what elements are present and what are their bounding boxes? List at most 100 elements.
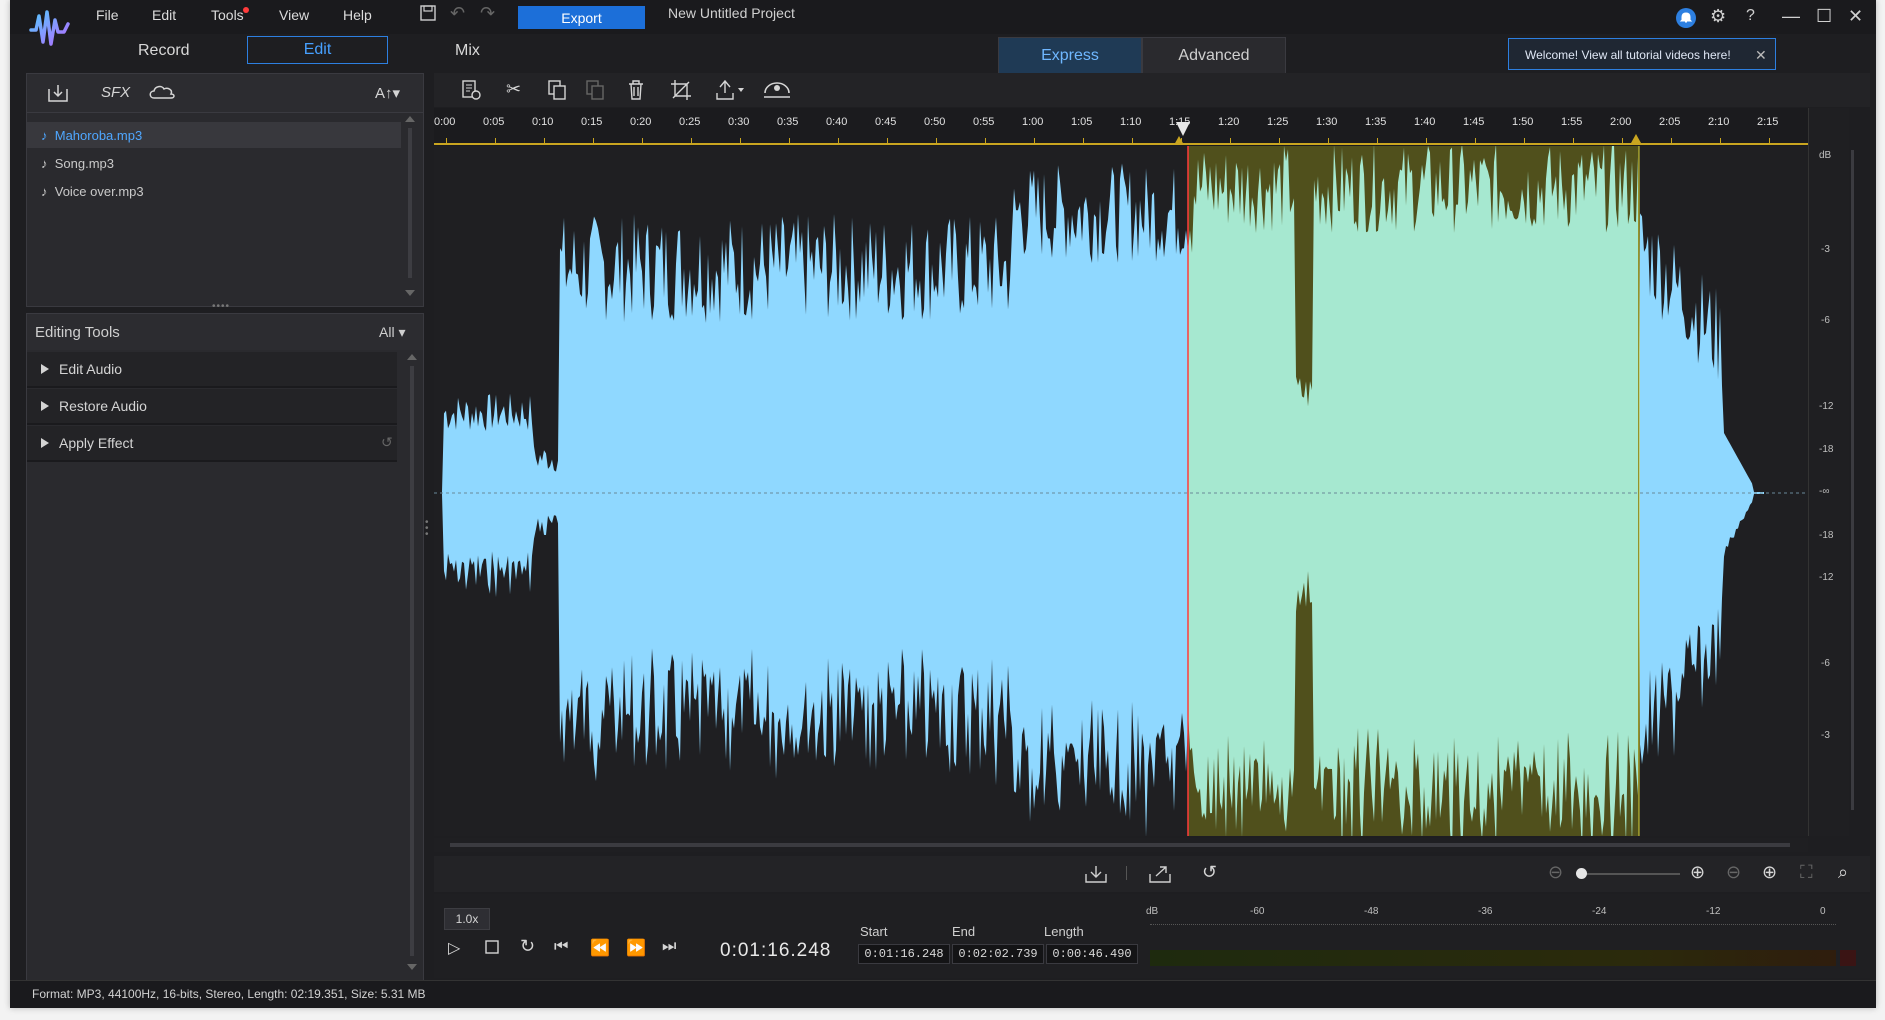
panel-resize-handle[interactable]: •••• bbox=[212, 301, 230, 312]
db-scale-label: -6 bbox=[1821, 658, 1830, 669]
save-icon[interactable] bbox=[419, 4, 437, 27]
splitter-handle[interactable]: • • • bbox=[425, 518, 429, 540]
zoom-slider-thumb[interactable] bbox=[1576, 868, 1587, 879]
cut-icon[interactable]: ✂ bbox=[506, 79, 521, 100]
menu-help[interactable]: Help bbox=[343, 7, 372, 23]
crop-trim-icon[interactable] bbox=[670, 79, 692, 106]
welcome-close-icon[interactable]: ✕ bbox=[1755, 39, 1767, 71]
export-button[interactable]: Export bbox=[518, 6, 645, 29]
sfx-icon[interactable]: SFX bbox=[101, 84, 130, 101]
paste-icon[interactable] bbox=[584, 79, 606, 106]
db-scale-label: -18 bbox=[1819, 530, 1834, 541]
selection-start-field[interactable]: 0:01:16.248 bbox=[858, 944, 950, 964]
cloud-icon[interactable] bbox=[147, 82, 177, 107]
zoom-selection-icon[interactable]: ⌕ bbox=[1838, 862, 1848, 883]
menu-view[interactable]: View bbox=[279, 7, 309, 23]
meter-bar bbox=[1150, 950, 1836, 966]
help-question-icon[interactable]: ? bbox=[1746, 7, 1755, 25]
waveform-svg[interactable] bbox=[434, 146, 1808, 836]
waveform-right-part bbox=[1639, 213, 1764, 765]
copy-icon[interactable] bbox=[546, 79, 568, 106]
close-icon[interactable]: ✕ bbox=[1848, 6, 1863, 27]
ruler-tick-label: 0:15 bbox=[581, 116, 603, 128]
scroll-thumb[interactable] bbox=[1851, 150, 1854, 810]
fast-forward-icon[interactable]: ⏩ bbox=[626, 938, 646, 958]
list-item[interactable]: ♪ Voice over.mp3 bbox=[41, 184, 144, 199]
menu-edit[interactable]: Edit bbox=[152, 7, 176, 23]
tool-restore-audio[interactable]: Restore Audio bbox=[27, 389, 397, 425]
editing-tools-panel: Editing Tools All ▾ Edit Audio Restore A… bbox=[26, 313, 424, 983]
tab-advanced[interactable]: Advanced bbox=[1142, 37, 1286, 74]
welcome-tooltip[interactable]: Welcome! View all tutorial videos here! … bbox=[1508, 38, 1776, 70]
scroll-down-icon[interactable] bbox=[407, 964, 417, 970]
tools-filter-dropdown[interactable]: All ▾ bbox=[379, 324, 405, 341]
mode-edit[interactable]: Edit bbox=[247, 36, 388, 64]
mode-record[interactable]: Record bbox=[138, 42, 190, 60]
import-icon[interactable] bbox=[47, 83, 69, 108]
title-bar: File Edit Tools View Help ↶ ↷ Export New… bbox=[10, 0, 1876, 46]
scroll-down-icon[interactable] bbox=[405, 290, 415, 296]
reset-icon[interactable]: ↺ bbox=[381, 434, 393, 451]
selection-length-field[interactable]: 0:00:46.490 bbox=[1046, 944, 1138, 964]
settings-gear-icon[interactable]: ⚙ bbox=[1710, 6, 1726, 27]
waveform-selected-part bbox=[1188, 146, 1638, 836]
tab-express[interactable]: Express bbox=[998, 37, 1142, 74]
expand-arrow-icon bbox=[41, 364, 49, 374]
zoom-out-icon[interactable]: ⊖ bbox=[1548, 862, 1563, 883]
tools-empty-area bbox=[27, 463, 397, 975]
notification-bell-icon[interactable] bbox=[1676, 8, 1696, 28]
maximize-icon[interactable]: ☐ bbox=[1816, 6, 1832, 27]
expand-arrow-icon bbox=[41, 401, 49, 411]
zoom-in-icon[interactable]: ⊕ bbox=[1690, 862, 1705, 883]
playback-speed-button[interactable]: 1.0x bbox=[444, 908, 490, 930]
insert-marker-icon[interactable] bbox=[714, 79, 748, 106]
skip-start-icon[interactable]: ⏮ bbox=[554, 938, 568, 956]
db-scale-title: dB bbox=[1819, 150, 1832, 161]
scroll-up-icon[interactable] bbox=[405, 116, 415, 122]
text-size-button[interactable]: A↑▾ bbox=[375, 84, 400, 102]
tools-scrollbar[interactable] bbox=[407, 354, 419, 974]
play-icon[interactable]: ▷ bbox=[448, 938, 460, 958]
vertical-scrollbar[interactable] bbox=[1850, 150, 1856, 830]
delete-trash-icon[interactable] bbox=[626, 79, 646, 106]
undo-selection-icon[interactable]: ↺ bbox=[1202, 862, 1217, 883]
waveform-view[interactable]: 0:00 0:05 0:10 0:15 0:20 0:25 0:30 0:35 0:40 0:45… bbox=[434, 108, 1808, 836]
horizontal-scrollbar[interactable] bbox=[434, 838, 1808, 852]
mode-mix[interactable]: Mix bbox=[455, 42, 480, 60]
timeline-ruler[interactable]: 0:00 0:05 0:10 0:15 0:20 0:25 0:30 0:35 0:40 0:45… bbox=[434, 108, 1808, 146]
minimize-icon[interactable]: — bbox=[1782, 6, 1800, 27]
menu-tools[interactable]: Tools bbox=[211, 7, 244, 23]
fit-view-icon[interactable]: ⛶ bbox=[1800, 862, 1813, 883]
undo-icon[interactable]: ↶ bbox=[450, 3, 465, 24]
zoom-slider-track[interactable] bbox=[1580, 873, 1680, 875]
ruler-tick-label: 1:35 bbox=[1365, 116, 1387, 128]
library-scrollbar[interactable] bbox=[405, 116, 417, 302]
skip-end-icon[interactable]: ⏭ bbox=[662, 938, 676, 956]
properties-icon[interactable] bbox=[460, 79, 482, 106]
scroll-thumb[interactable] bbox=[408, 128, 412, 278]
scroll-thumb[interactable] bbox=[450, 843, 1790, 847]
selection-start-marker-icon[interactable] bbox=[1174, 136, 1184, 145]
menu-file[interactable]: File bbox=[96, 7, 119, 23]
export-right-icon[interactable] bbox=[1148, 864, 1172, 889]
loop-icon[interactable]: ↻ bbox=[520, 936, 535, 957]
stop-icon[interactable] bbox=[484, 939, 500, 960]
tool-apply-effect[interactable]: Apply Effect ↺ bbox=[27, 426, 397, 462]
restore-face-icon[interactable] bbox=[762, 79, 792, 106]
zoom-out-vertical-icon[interactable]: ⊖ bbox=[1726, 862, 1741, 883]
tool-edit-audio[interactable]: Edit Audio bbox=[27, 352, 397, 388]
db-scale-label: -12 bbox=[1819, 401, 1834, 412]
editing-tools-title: Editing Tools bbox=[35, 324, 120, 341]
scroll-thumb[interactable] bbox=[410, 366, 414, 956]
selection-end-marker-icon[interactable] bbox=[1631, 134, 1641, 143]
ruler-tick-label: 1:50 bbox=[1512, 116, 1534, 128]
list-item[interactable]: ♪ Song.mp3 bbox=[41, 156, 114, 171]
redo-icon[interactable]: ↷ bbox=[480, 3, 495, 24]
rewind-icon[interactable]: ⏪ bbox=[590, 938, 610, 958]
zoom-in-vertical-icon[interactable]: ⊕ bbox=[1762, 862, 1777, 883]
playhead-handle-icon[interactable] bbox=[1176, 122, 1190, 136]
import-left-icon[interactable] bbox=[1084, 864, 1108, 889]
selection-end-field[interactable]: 0:02:02.739 bbox=[952, 944, 1044, 964]
list-item[interactable]: ♪ Mahoroba.mp3 bbox=[41, 128, 142, 143]
scroll-up-icon[interactable] bbox=[407, 354, 417, 360]
